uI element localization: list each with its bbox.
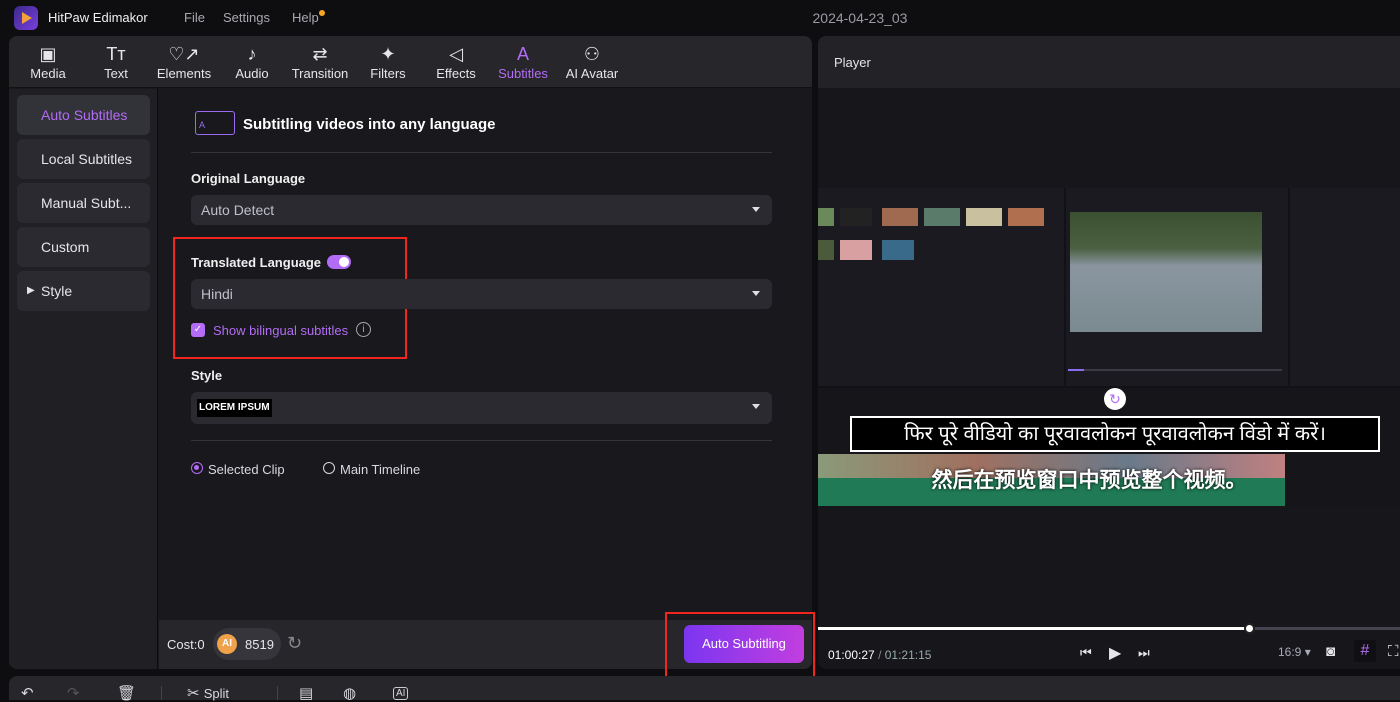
auto-subtitling-button[interactable]: Auto Subtitling [684,625,804,663]
style-label: Style [191,368,223,383]
seek-bar-fill [818,627,1249,630]
original-language-select[interactable]: Auto Detect [191,195,772,225]
text-icon: Tт [106,44,126,64]
main-timeline-label[interactable]: Main Timeline [340,462,420,477]
sidebar-item-auto-subtitles[interactable]: Auto Subtitles [17,95,150,135]
filters-icon: ✦ [380,44,396,64]
prev-frame-icon[interactable]: ⏮ [1080,645,1092,661]
subtitle-sidebar: Auto Subtitles Local Subtitles Manual Su… [9,89,158,669]
tab-ai-avatar[interactable]: ⚇ AI Avatar [561,42,623,86]
seek-handle[interactable] [1243,623,1255,634]
tab-filters[interactable]: ✦ Filters [365,42,411,86]
credits-count: 8519 [245,637,274,652]
tab-effects[interactable]: ◁ Effects [433,42,479,86]
media-icon: ▣ [39,44,57,64]
translated-language-label: Translated Language [191,255,322,270]
subtitle-chinese[interactable]: 然后在预览窗口中预览整个视频。 [818,464,1380,494]
caret-right-icon: ▶ [27,285,35,296]
audio-icon: ♪ [247,44,257,64]
nested-properties [1290,188,1400,386]
info-icon[interactable]: i [356,322,371,337]
divider [191,152,772,153]
tab-subtitles[interactable]: A Subtitles [495,42,551,86]
sidebar-item-manual-subtitles[interactable]: Manual Subt... [17,183,150,223]
grid-icon[interactable]: # [1354,640,1376,662]
translated-language-select[interactable]: Hindi [191,279,772,309]
chevron-down-icon [752,291,760,296]
divider [191,440,772,441]
fullscreen-icon[interactable]: ⛶ [1388,643,1399,660]
tab-elements[interactable]: ♡↗ Elements [153,42,215,86]
preview-image [1070,212,1262,332]
player-panel: Player ↻ फिर पूरे वीडियो का पूरवावलोकन प… [818,36,1400,669]
aspect-ratio-select[interactable]: 16:9 ▾ [1278,645,1311,659]
nested-media-library [818,188,1064,386]
cost-label: Cost:0 [167,637,205,652]
tab-transition[interactable]: ⇄ Transition [287,42,353,86]
next-frame-icon[interactable]: ⏭ [1138,645,1150,661]
sidebar-item-local-subtitles[interactable]: Local Subtitles [17,139,150,179]
title-bar: HitPaw Edimakor File Settings Help 2024-… [0,0,1400,36]
selected-clip-label[interactable]: Selected Clip [208,462,285,477]
tab-bar: ▣ Media Tт Text ♡↗ Elements ♪ Audio ⇄ Transit… [9,36,812,88]
audio-tool-icon[interactable]: ◍ [343,684,356,702]
bilingual-label[interactable]: Show bilingual subtitles [213,323,348,338]
tab-text[interactable]: Tт Text [95,42,137,86]
radio-main-timeline[interactable] [323,462,335,474]
redo-icon[interactable]: ↷ [67,684,80,702]
bilingual-checkbox[interactable]: ✓ [191,323,205,337]
auto-subtitles-panel: A Subtitling videos into any language Or… [159,89,812,669]
time-readout: 01:00:27 / 01:21:15 [828,648,932,662]
subtitle-translate-icon: A [195,111,235,135]
left-panel: ▣ Media Tт Text ♡↗ Elements ♪ Audio ⇄ Transit… [9,36,812,669]
sidebar-item-custom[interactable]: Custom [17,227,150,267]
style-select[interactable]: LOREM IPSUM [191,392,772,424]
elements-icon: ♡↗ [168,44,200,64]
panel-heading: Subtitling videos into any language [243,116,496,133]
radio-selected-clip[interactable] [191,462,203,474]
sidebar-item-style[interactable]: ▶ Style [17,271,150,311]
video-frame: ↻ फिर पूरे वीडियो का पूरवावलोकन पूरवावलो… [818,188,1400,506]
refresh-icon[interactable]: ↻ [287,633,302,654]
ai-coin-icon: AI [217,634,237,654]
tab-audio[interactable]: ♪ Audio [229,42,275,86]
translated-language-toggle[interactable] [327,255,351,269]
transition-icon: ⇄ [312,44,328,64]
player-title: Player [834,55,871,70]
document-title: 2024-04-23_03 [812,10,908,26]
undo-icon[interactable]: ↶ [21,684,34,702]
snapshot-icon[interactable]: ◙ [1326,643,1335,660]
subtitles-icon: A [516,44,529,64]
original-language-label: Original Language [191,171,306,186]
chevron-down-icon [752,207,760,212]
ai-avatar-icon: ⚇ [583,44,601,64]
ai-tool-icon[interactable]: AI [393,687,409,700]
chevron-down-icon [752,404,760,409]
effects-icon: ◁ [449,44,463,64]
subtitle-tool-icon[interactable]: ▤ [299,684,313,702]
player-header: Player [818,36,1400,88]
rotate-handle-icon[interactable]: ↻ [1104,388,1126,410]
tab-media[interactable]: ▣ Media [21,42,75,86]
edit-toolbar: ↶ ↷ 🗑 ✂ Split ▤ ◍ AI [9,676,1400,702]
subtitle-hindi[interactable]: फिर पूरे वीडियो का पूरवावलोकन पूरवावलोकन… [850,416,1380,452]
split-button[interactable]: ✂ Split [187,684,229,702]
delete-icon[interactable]: 🗑 [117,684,136,702]
nested-preview [1066,188,1288,386]
credits-pill: AI 8519 [213,628,281,660]
play-icon[interactable]: ▶ [1109,643,1121,663]
